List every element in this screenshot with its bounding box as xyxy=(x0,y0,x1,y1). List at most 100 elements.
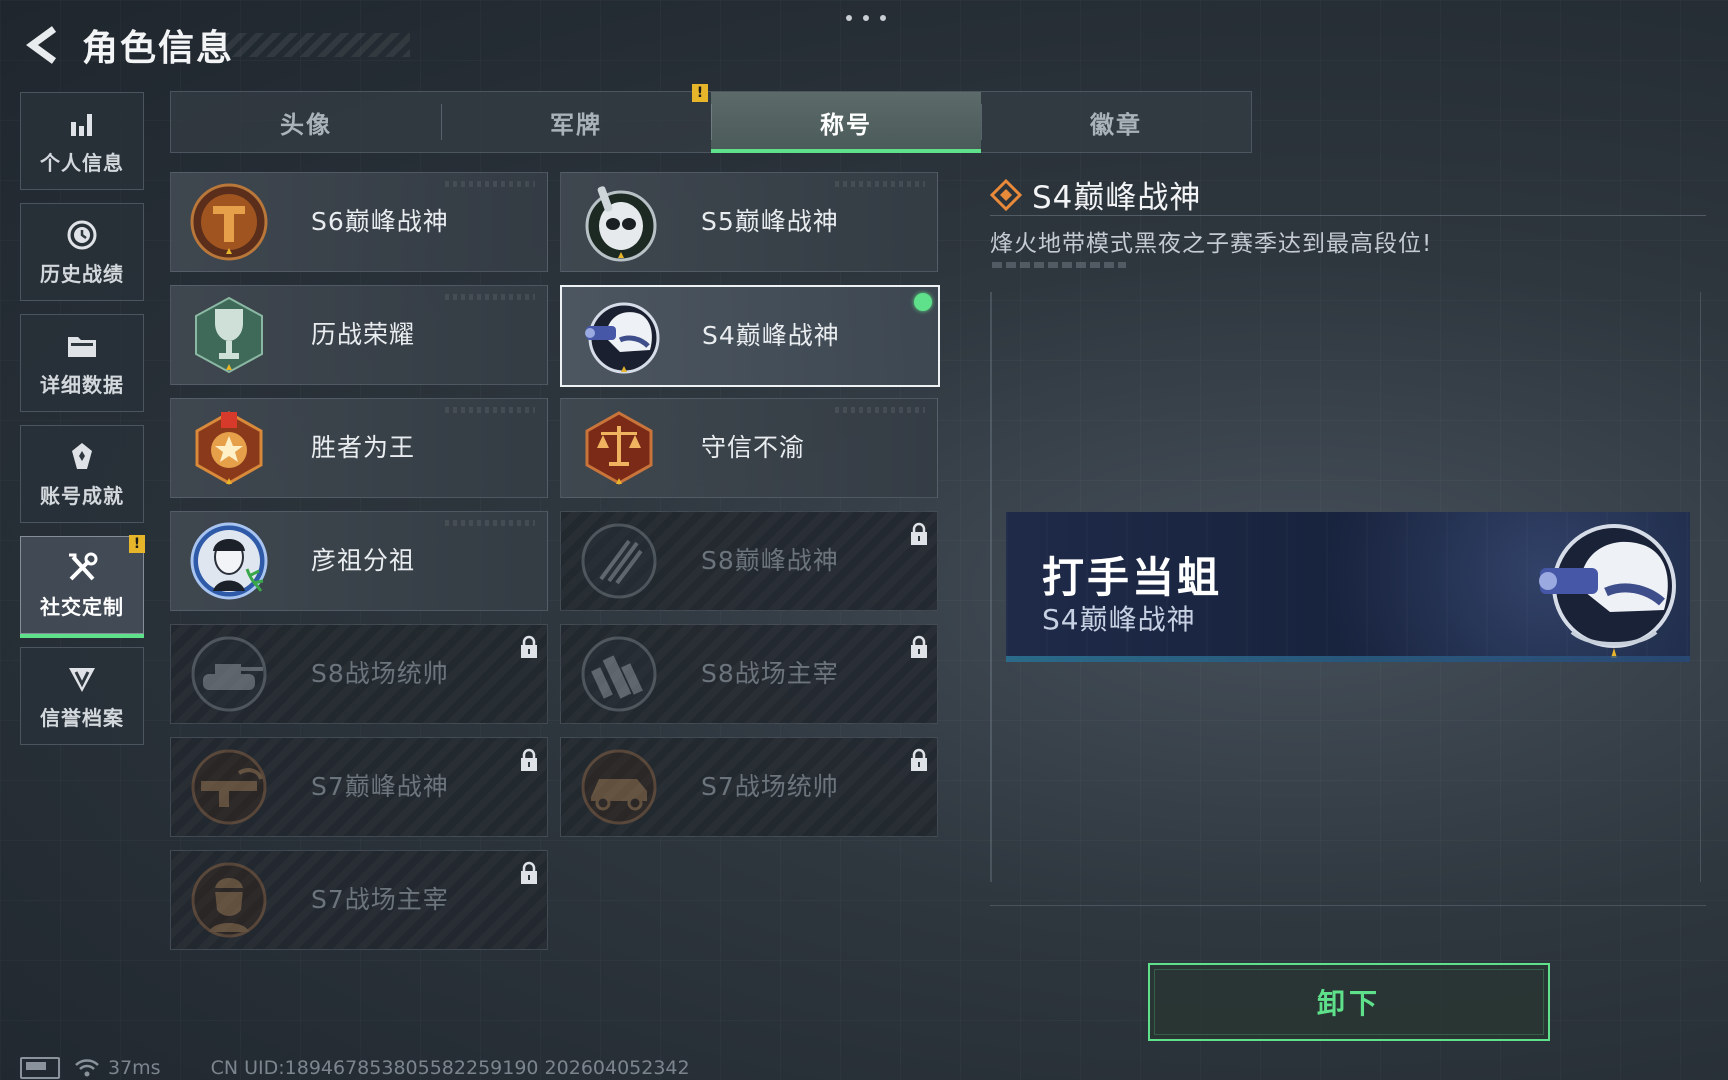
banner-title: S4巅峰战神 xyxy=(1042,603,1196,636)
sidebar-item-reputation[interactable]: 信誉档案 xyxy=(20,647,144,745)
title-card-s7-dominator[interactable]: S7战场主宰 xyxy=(170,850,548,950)
tank-emblem-icon xyxy=(191,636,267,712)
skull-helmet-emblem-icon xyxy=(585,186,657,262)
shield-v-icon xyxy=(65,662,99,696)
sidebar-item-label: 个人信息 xyxy=(40,150,124,175)
gun-emblem-icon xyxy=(191,749,267,825)
title-card-s8-dominator[interactable]: S8战场主宰 xyxy=(560,624,938,724)
title-card-yanzu[interactable]: 彦祖分祖 xyxy=(170,511,548,611)
title-card-keep-faith[interactable]: 守信不渝 xyxy=(560,398,938,498)
card-decoration xyxy=(445,520,535,526)
card-decoration xyxy=(835,407,925,413)
title-card-label: S6巅峰战神 xyxy=(311,207,449,236)
page-header: 角色信息 xyxy=(20,18,234,72)
vehicle-emblem-icon xyxy=(581,749,657,825)
tab-warning-badge: ! xyxy=(692,84,708,102)
title-card-label: 胜者为王 xyxy=(311,433,416,462)
title-category-tabs: 头像 军牌 称号 徽章 xyxy=(170,91,1252,153)
back-arrow-icon[interactable] xyxy=(20,23,64,67)
title-preview-banner: 打手当蛆 S4巅峰战神 xyxy=(1006,512,1690,662)
wifi-icon xyxy=(75,1059,99,1077)
sidebar-item-label: 信誉档案 xyxy=(40,705,124,730)
medal-emblem-icon xyxy=(195,411,263,485)
sidebar: 个人信息 历史战绩 详细数据 账号成就 ! 社交定制 信誉档案 xyxy=(20,92,145,758)
tab-title[interactable]: 称号 xyxy=(711,92,981,153)
detail-decoration xyxy=(992,262,1126,268)
lock-icon xyxy=(521,635,537,658)
sidebar-item-label: 账号成就 xyxy=(40,483,124,508)
bronze-t-emblem-icon xyxy=(190,183,268,261)
title-card-battle-glory[interactable]: 历战荣耀 xyxy=(170,285,548,385)
card-decoration xyxy=(835,181,925,187)
sidebar-item-achievements[interactable]: 账号成就 xyxy=(20,425,144,523)
title-card-label: S7战场统帅 xyxy=(701,772,839,801)
title-card-label: 历战荣耀 xyxy=(311,320,416,349)
card-decoration xyxy=(445,407,535,413)
portrait-emblem-icon xyxy=(190,522,268,600)
detail-title: S4巅峰战神 xyxy=(1032,180,1202,216)
sidebar-item-personal-info[interactable]: 个人信息 xyxy=(20,92,144,190)
tab-badge[interactable]: 徽章 xyxy=(981,92,1251,152)
wrench-screwdriver-icon xyxy=(65,551,99,585)
title-card-label: S8战场主宰 xyxy=(701,659,839,688)
tab-avatar[interactable]: 头像 xyxy=(171,92,441,152)
sidebar-item-label: 详细数据 xyxy=(40,372,124,397)
detail-description: 烽火地带模式黑夜之子赛季达到最高段位! xyxy=(990,231,1433,257)
slash-emblem-icon xyxy=(581,523,657,599)
title-card-s6-peak[interactable]: S6巅峰战神 xyxy=(170,172,548,272)
scales-emblem-icon xyxy=(585,411,653,485)
title-card-label: S7巅峰战神 xyxy=(311,772,449,801)
status-footer: 37ms CN UID:18946785380558225919​0 20260… xyxy=(20,1056,690,1080)
sidebar-item-label: 历史战绩 xyxy=(40,261,124,286)
title-card-s4-peak[interactable]: S4巅峰战神 xyxy=(560,285,940,387)
trophy-emblem-icon xyxy=(195,296,263,374)
title-card-s7-peak[interactable]: S7巅峰战神 xyxy=(170,737,548,837)
bar-chart-icon xyxy=(65,107,99,141)
title-card-label: S4巅峰战神 xyxy=(702,321,840,350)
title-card-label: S8巅峰战神 xyxy=(701,546,839,575)
soldier-emblem-icon xyxy=(191,862,267,938)
sidebar-item-label: 社交定制 xyxy=(40,594,124,619)
equipped-indicator xyxy=(914,293,932,311)
title-card-s7-commander[interactable]: S7战场统帅 xyxy=(560,737,938,837)
ping-value: 37ms xyxy=(108,1057,161,1079)
title-card-s5-peak[interactable]: S5巅峰战神 xyxy=(560,172,938,272)
banner-accent-bar xyxy=(1006,656,1690,662)
sidebar-item-detailed-data[interactable]: 详细数据 xyxy=(20,314,144,412)
city-emblem-icon xyxy=(581,636,657,712)
card-decoration xyxy=(445,181,535,187)
title-card-label: S7战场主宰 xyxy=(311,885,449,914)
title-card-s8-peak[interactable]: S8巅峰战神 xyxy=(560,511,938,611)
title-card-label: S8战场统帅 xyxy=(311,659,449,688)
sidebar-item-social-custom[interactable]: ! 社交定制 xyxy=(20,535,145,638)
title-card-label: 彦祖分祖 xyxy=(311,546,416,575)
tab-dogtag[interactable]: 军牌 xyxy=(441,92,711,152)
folder-icon xyxy=(65,329,99,363)
title-decoration xyxy=(220,33,410,57)
sidebar-item-history[interactable]: 历史战绩 xyxy=(20,203,144,301)
lock-icon xyxy=(521,748,537,771)
unequip-button[interactable]: 卸下 xyxy=(1148,963,1550,1041)
banner-player-name: 打手当蛆 xyxy=(1042,553,1223,602)
lock-icon xyxy=(911,522,927,545)
lock-icon xyxy=(521,861,537,884)
achievement-icon xyxy=(65,440,99,474)
night-vision-helmet-emblem-icon xyxy=(585,302,660,374)
lock-icon xyxy=(911,635,927,658)
title-card-winner-king[interactable]: 胜者为王 xyxy=(170,398,548,498)
frame-line xyxy=(1700,292,1701,882)
battery-icon xyxy=(20,1057,60,1079)
page-title: 角色信息 xyxy=(82,28,235,69)
detail-header: S4巅峰战神 xyxy=(990,172,1201,217)
history-clock-icon xyxy=(65,218,99,252)
detail-divider xyxy=(990,215,1706,216)
night-vision-helmet-emblem-icon xyxy=(1539,524,1676,658)
frame-line xyxy=(990,905,1706,906)
player-uid: CN UID:18946785380558225919​0 2026040523… xyxy=(210,1057,690,1079)
title-card-s8-commander[interactable]: S8战场统帅 xyxy=(170,624,548,724)
more-options-icon[interactable] xyxy=(846,8,886,28)
title-card-label: S5巅峰战神 xyxy=(701,207,839,236)
title-card-label: 守信不渝 xyxy=(701,433,806,462)
lock-icon xyxy=(911,748,927,771)
title-diamond-icon xyxy=(990,178,1022,211)
